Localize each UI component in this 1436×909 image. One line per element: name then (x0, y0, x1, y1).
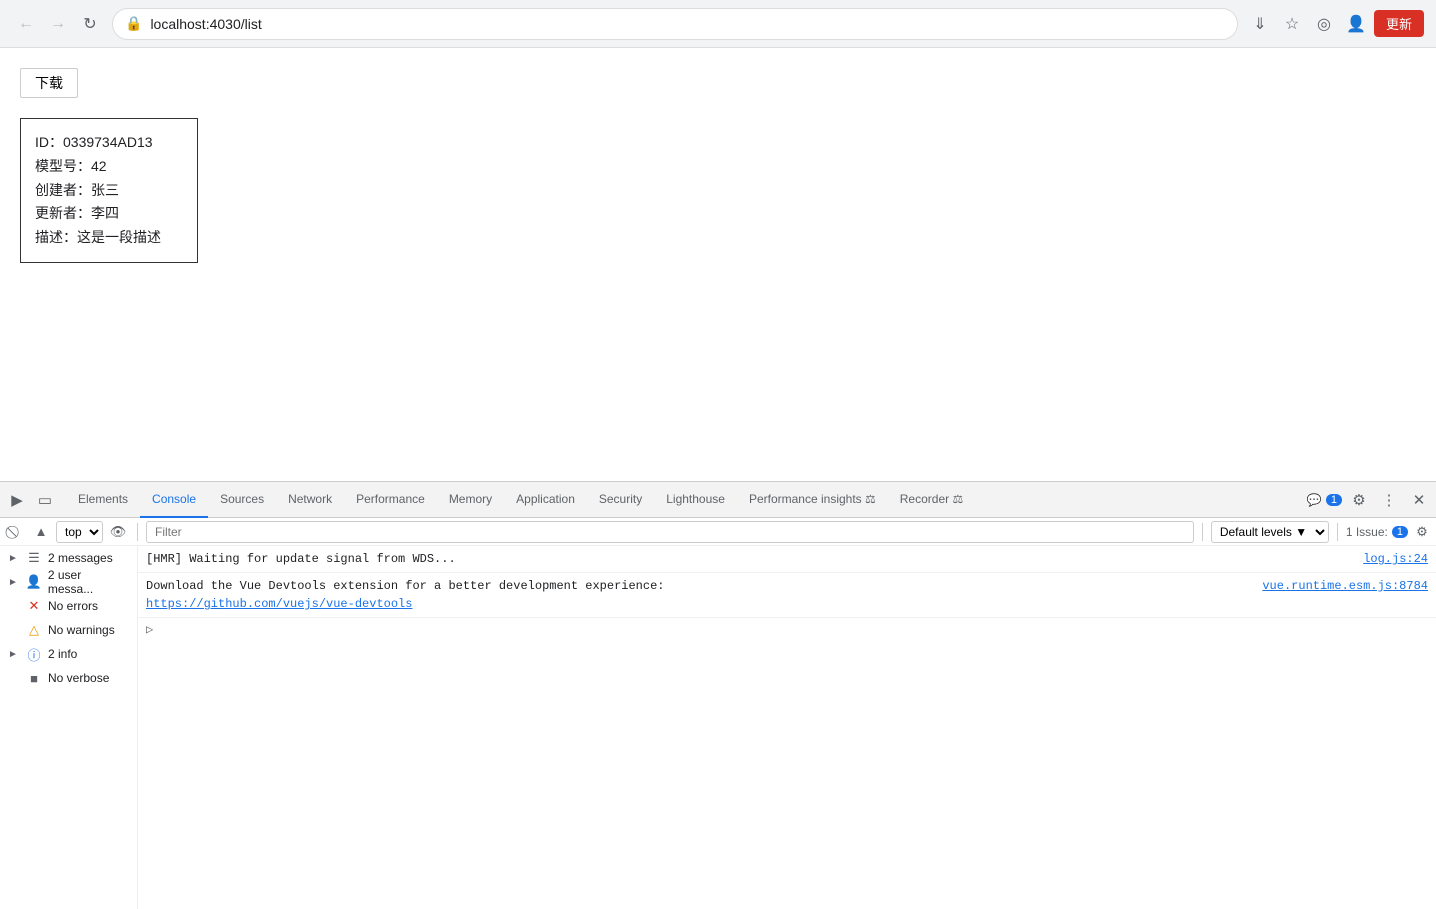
tab-application[interactable]: Application (504, 482, 587, 518)
sidebar-label-messages: 2 messages (48, 551, 113, 565)
console-msg-text-2: Download the Vue Devtools extension for … (146, 577, 1262, 595)
download-button[interactable]: 下载 (20, 68, 78, 98)
sidebar-item-messages[interactable]: ► ☰ 2 messages (0, 546, 137, 570)
card-desc: 描述：这是一段描述 (35, 226, 183, 250)
devtools-more-button[interactable]: ⋮ (1376, 487, 1402, 513)
sidebar-item-info[interactable]: ► ⓘ 2 info (0, 642, 137, 666)
tab-console[interactable]: Console (140, 482, 208, 518)
console-settings-button[interactable]: ⚙ (1412, 522, 1432, 542)
devtools-settings-button[interactable]: ⚙ (1346, 487, 1372, 513)
console-msg-link-row: https://github.com/vuejs/vue-devtools (146, 595, 1428, 613)
tab-performance-insights[interactable]: Performance insights ⚖ (737, 482, 888, 518)
toolbar-divider-2 (1202, 523, 1203, 541)
toolbar-icons: ⇓ ☆ ◎ 👤 更新 (1246, 10, 1424, 38)
download-page-button[interactable]: ⇓ (1246, 10, 1274, 38)
sidebar-item-errors[interactable]: ✕ No errors (0, 594, 137, 618)
tab-lighthouse[interactable]: Lighthouse (654, 482, 737, 518)
card-updater: 更新者：李四 (35, 202, 183, 226)
profile-button[interactable]: 👤 (1342, 10, 1370, 38)
messages-icon: ☰ (26, 550, 42, 566)
nav-buttons: ← → ↻ (12, 10, 104, 38)
devtools-tabbar: ▶ ▭ Elements Console Sources Network Per… (0, 482, 1436, 518)
card-model: 模型号：42 (35, 155, 183, 179)
console-body: ► ☰ 2 messages ► 👤 2 user messa... ✕ No … (0, 546, 1436, 909)
issue-count-label: 1 Issue: 1 (1346, 525, 1408, 539)
eye-button[interactable]: 👁 (107, 521, 129, 543)
card-creator: 创建者：张三 (35, 179, 183, 203)
issues-button[interactable]: 💬 1 (1307, 493, 1342, 507)
sidebar-label-user-messages: 2 user messa... (48, 568, 129, 596)
chat-icon: 💬 (1307, 493, 1322, 507)
tab-elements[interactable]: Elements (66, 482, 140, 518)
clear-console-button[interactable]: ⃠ (4, 521, 26, 543)
console-prompt: ▷ (138, 618, 1436, 641)
device-toolbar-button[interactable]: ▭ (32, 487, 58, 513)
console-message-2: Download the Vue Devtools extension for … (138, 573, 1436, 618)
devtools-left-icons: ▶ ▭ (4, 487, 66, 513)
tab-network[interactable]: Network (276, 482, 344, 518)
back-button[interactable]: ← (12, 10, 40, 38)
sidebar-item-warnings[interactable]: △ No warnings (0, 618, 137, 642)
console-msg-text-1: [HMR] Waiting for update signal from WDS… (146, 550, 1363, 568)
user-messages-icon: 👤 (26, 574, 42, 590)
filter-input[interactable] (146, 521, 1194, 543)
inspect-element-button[interactable]: ▶ (4, 487, 30, 513)
toolbar-divider (137, 523, 138, 541)
tab-recorder[interactable]: Recorder ⚖ (888, 482, 975, 518)
devtools-right-icons: 💬 1 ⚙ ⋮ ✕ (1307, 487, 1432, 513)
devtools-close-button[interactable]: ✕ (1406, 487, 1432, 513)
reload-button[interactable]: ↻ (76, 10, 104, 38)
tab-security[interactable]: Security (587, 482, 654, 518)
toolbar-divider-3 (1337, 523, 1338, 541)
tab-memory[interactable]: Memory (437, 482, 504, 518)
tab-performance[interactable]: Performance (344, 482, 437, 518)
error-icon: ✕ (26, 598, 42, 614)
update-button[interactable]: 更新 (1374, 10, 1424, 37)
extensions-button[interactable]: ◎ (1310, 10, 1338, 38)
card-id: ID：0339734AD13 (35, 131, 183, 155)
issues-count-text: 1 Issue: (1346, 525, 1388, 539)
issues-badge: 1 (1326, 494, 1342, 506)
bookmark-button[interactable]: ☆ (1278, 10, 1306, 38)
devtools-panel: ▶ ▭ Elements Console Sources Network Per… (0, 481, 1436, 909)
expand-icon-info: ► (8, 649, 20, 660)
browser-chrome: ← → ↻ 🔒 localhost:4030/list ⇓ ☆ ◎ 👤 更新 (0, 0, 1436, 48)
info-icon: ⓘ (26, 645, 42, 664)
expand-icon-messages: ► (8, 553, 20, 564)
lock-icon: 🔒 (125, 15, 142, 32)
forward-button[interactable]: → (44, 10, 72, 38)
sidebar-label-warnings: No warnings (48, 623, 115, 637)
console-sidebar: ► ☰ 2 messages ► 👤 2 user messa... ✕ No … (0, 546, 138, 909)
sidebar-label-info: 2 info (48, 647, 77, 661)
sidebar-label-verbose: No verbose (48, 671, 109, 685)
main-content: 下载 ID：0339734AD13 模型号：42 创建者：张三 更新者：李四 描… (0, 48, 1436, 481)
console-msg-row-2: Download the Vue Devtools extension for … (146, 577, 1428, 595)
tab-sources[interactable]: Sources (208, 482, 276, 518)
console-file-ref-1[interactable]: log.js:24 (1363, 550, 1428, 568)
console-message-1: [HMR] Waiting for update signal from WDS… (138, 546, 1436, 573)
sidebar-item-verbose[interactable]: ■ No verbose (0, 666, 137, 690)
filter-button[interactable]: ▲ (30, 521, 52, 543)
address-bar[interactable]: 🔒 localhost:4030/list (112, 8, 1238, 40)
sidebar-label-errors: No errors (48, 599, 98, 613)
item-card: ID：0339734AD13 模型号：42 创建者：张三 更新者：李四 描述：这… (20, 118, 198, 263)
verbose-icon: ■ (26, 671, 42, 686)
issues-count-badge: 1 (1392, 526, 1408, 538)
sidebar-item-user-messages[interactable]: ► 👤 2 user messa... (0, 570, 137, 594)
expand-icon-user: ► (8, 577, 20, 588)
console-file-ref-2[interactable]: vue.runtime.esm.js:8784 (1262, 577, 1428, 595)
url-text: localhost:4030/list (150, 16, 1225, 32)
console-msg-row-1: [HMR] Waiting for update signal from WDS… (146, 550, 1428, 568)
context-select[interactable]: top (56, 521, 103, 543)
console-main: [HMR] Waiting for update signal from WDS… (138, 546, 1436, 909)
vue-devtools-link[interactable]: https://github.com/vuejs/vue-devtools (146, 597, 412, 611)
console-toolbar: ⃠ ▲ top 👁 Default levels ▼ 1 Issue: 1 ⚙ (0, 518, 1436, 546)
prompt-arrow: ▷ (146, 622, 153, 637)
levels-select[interactable]: Default levels ▼ (1211, 521, 1329, 543)
warning-icon: △ (26, 622, 42, 638)
